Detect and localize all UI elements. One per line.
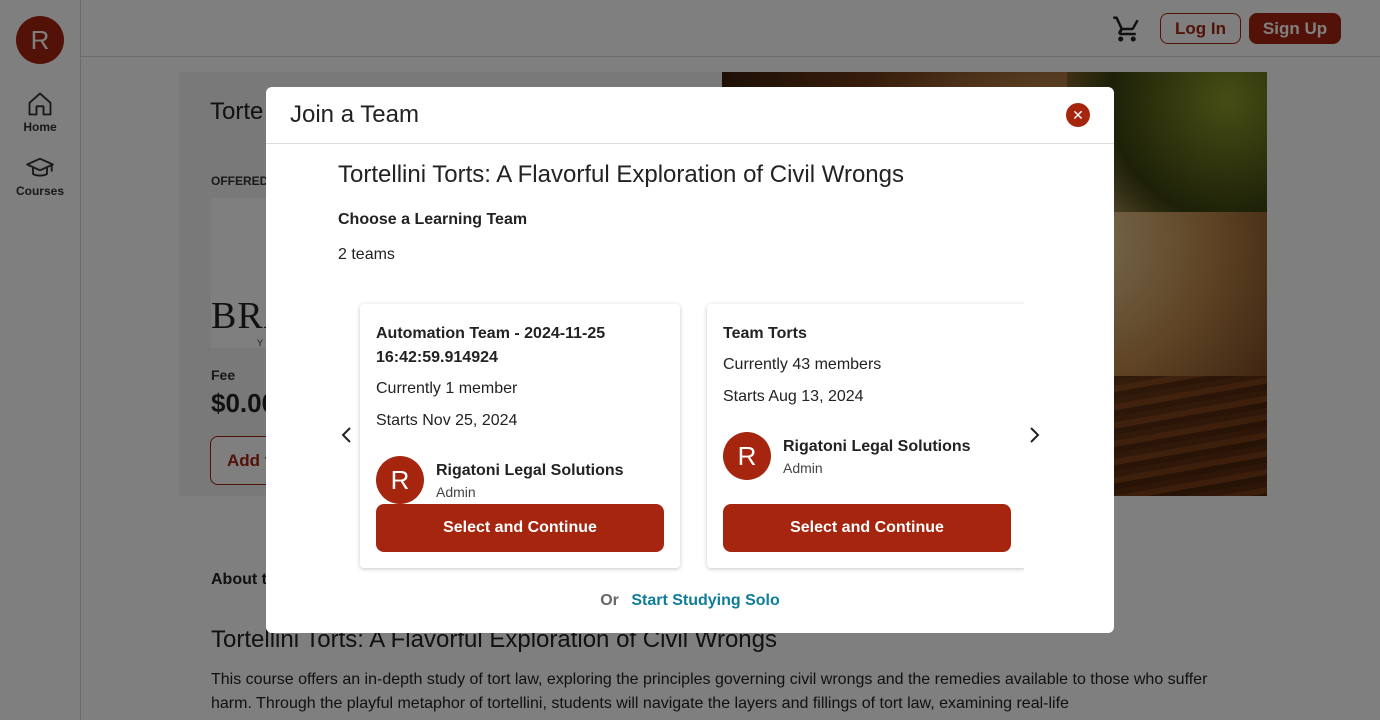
chevron-right-icon[interactable] — [1023, 424, 1045, 446]
team-card: Team Torts Currently 43 members Starts A… — [707, 304, 1024, 568]
avatar: R — [723, 432, 771, 480]
team-carousel: Automation Team - 2024-11-25 16:42:59.91… — [352, 295, 1024, 585]
team-member-count: Currently 43 members — [723, 356, 882, 373]
team-card: Automation Team - 2024-11-25 16:42:59.91… — [360, 304, 680, 568]
admin-role: Admin — [436, 484, 476, 500]
avatar: R — [376, 456, 424, 504]
admin-name: Rigatoni Legal Solutions — [436, 462, 624, 479]
select-and-continue-button[interactable]: Select and Continue — [376, 504, 664, 552]
modal-course-title: Tortellini Torts: A Flavorful Exploratio… — [338, 161, 905, 188]
modal-footer: Or Start Studying Solo — [266, 592, 1114, 610]
join-team-modal: Join a Team ✕ Tortellini Torts: A Flavor… — [266, 87, 1114, 633]
select-and-continue-button[interactable]: Select and Continue — [723, 504, 1011, 552]
close-icon[interactable]: ✕ — [1066, 103, 1090, 127]
modal-header: Join a Team ✕ — [266, 87, 1114, 144]
start-studying-solo-link[interactable]: Start Studying Solo — [631, 592, 779, 609]
team-start-date: Starts Aug 13, 2024 — [723, 388, 864, 405]
team-start-date: Starts Nov 25, 2024 — [376, 412, 518, 429]
choose-team-label: Choose a Learning Team — [338, 211, 528, 228]
admin-role: Admin — [783, 460, 823, 476]
or-text: Or — [600, 592, 619, 609]
modal-title: Join a Team — [290, 101, 419, 128]
team-name: Automation Team - 2024-11-25 16:42:59.91… — [376, 325, 606, 366]
team-count: 2 teams — [338, 246, 395, 263]
team-member-count: Currently 1 member — [376, 380, 518, 397]
admin-name: Rigatoni Legal Solutions — [783, 438, 971, 455]
team-name: Team Torts — [723, 325, 807, 342]
